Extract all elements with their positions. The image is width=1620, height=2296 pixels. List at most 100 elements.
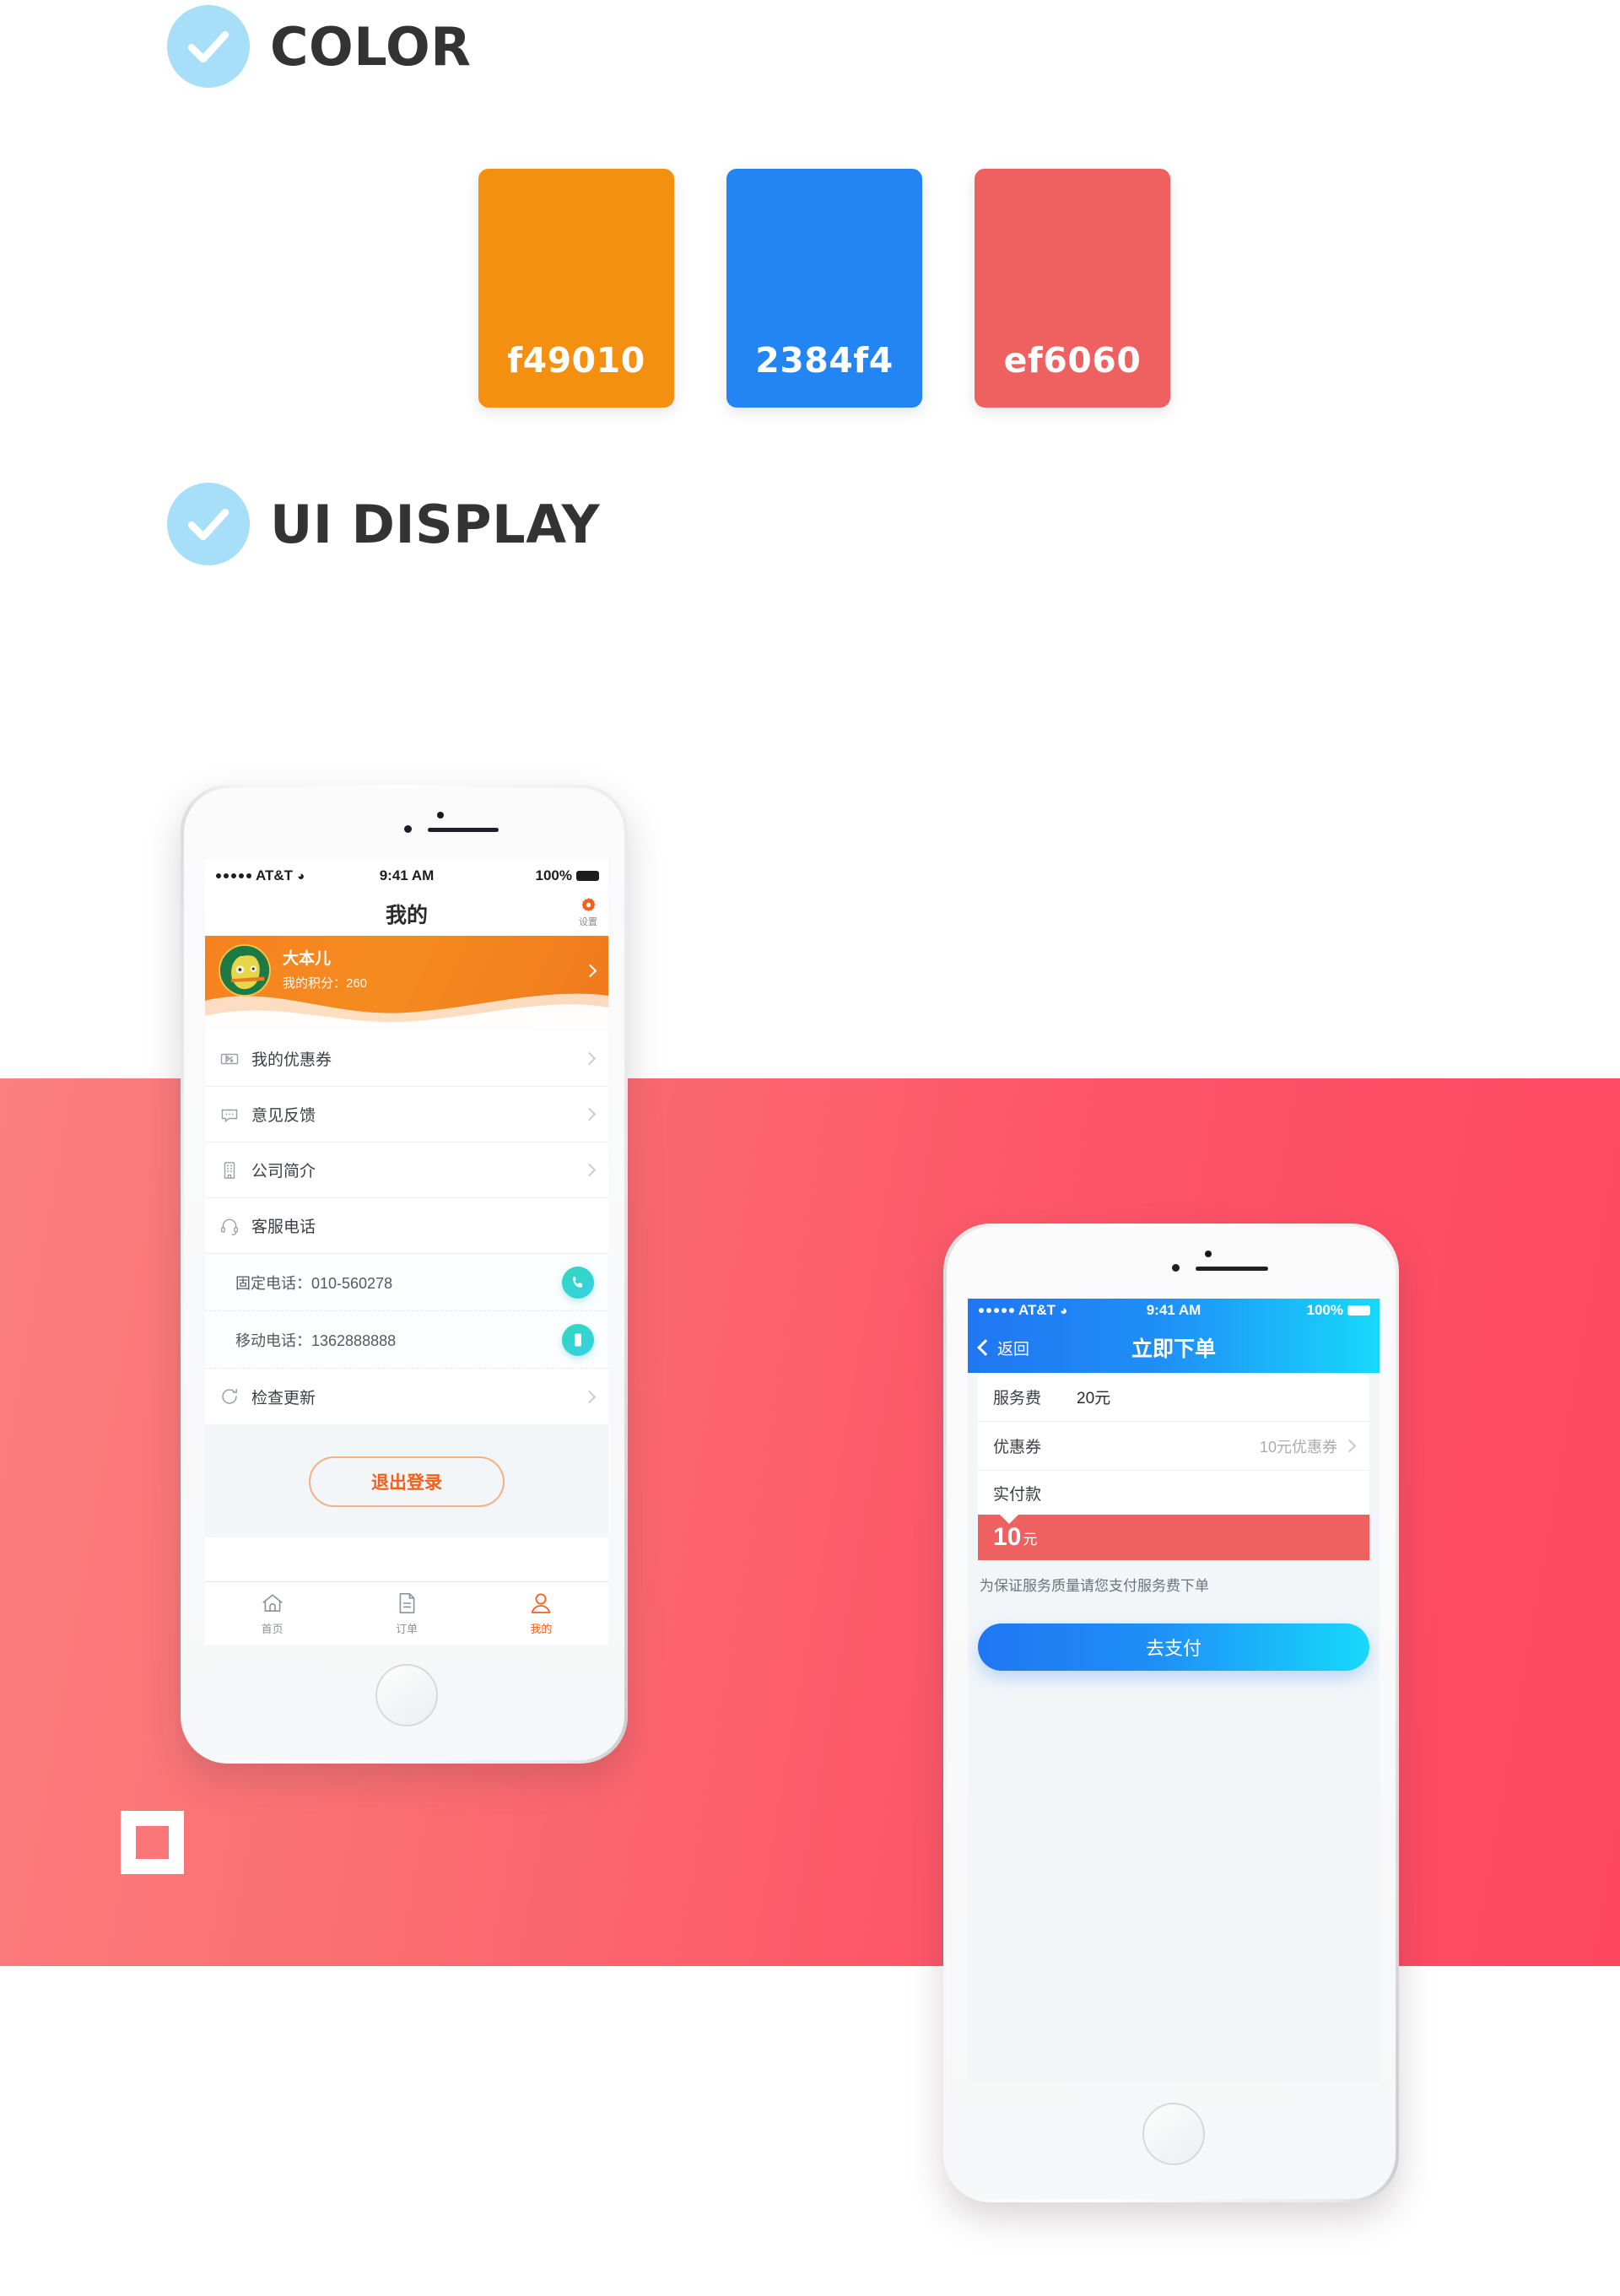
- logout-area: 退出登录: [205, 1424, 608, 1537]
- carrier-label: AT&T: [256, 867, 294, 883]
- proximity-sensor-icon: [1205, 1251, 1212, 1257]
- service-mobile-text: 移动电话：1362888888: [235, 1332, 397, 1349]
- tab-home[interactable]: 首页: [205, 1591, 339, 1636]
- tab-bar: 首页 订单 我的: [205, 1581, 608, 1645]
- nav-bar: 返回 立即下单: [968, 1322, 1380, 1373]
- menu-item-label: 公司简介: [251, 1163, 316, 1180]
- profile-header[interactable]: 大本儿 我的积分：260: [205, 936, 608, 1031]
- user-icon: [532, 1593, 551, 1613]
- profile-name: 大本儿: [283, 950, 332, 969]
- color-swatch-label: f49010: [507, 340, 645, 381]
- order-card: 服务费 20元 优惠券 10元优惠券 实付款: [978, 1373, 1369, 1515]
- chat-bubble-icon: [219, 1105, 240, 1125]
- order-note: 为保证服务质量请您支付服务费下单: [980, 1578, 1209, 1594]
- logout-button[interactable]: 退出登录: [309, 1456, 505, 1507]
- pay-button[interactable]: 去支付: [978, 1623, 1369, 1671]
- front-camera-icon: [404, 825, 412, 833]
- battery-percent-label: 100%: [1306, 1302, 1343, 1318]
- order-body: 服务费 20元 优惠券 10元优惠券 实付款 10 元 为保证服务质量请您支付服…: [968, 1373, 1380, 2083]
- section-title: COLOR: [270, 15, 472, 78]
- headset-icon: [219, 1216, 240, 1236]
- profile-points: 我的积分：260: [283, 975, 368, 991]
- phone2-screen: AT&T ◕ 9:41 AM 100% 返回 立即下单 服务费 20元 优惠券 …: [968, 1299, 1380, 2083]
- page-title: 我的: [385, 904, 428, 927]
- battery-percent-label: 100%: [535, 867, 572, 883]
- chevron-right-icon: [1342, 1439, 1357, 1453]
- refresh-icon: [219, 1386, 240, 1407]
- section-header-color: COLOR: [167, 5, 471, 88]
- chevron-right-icon: [582, 1051, 597, 1066]
- menu-item-label: 检查更新: [251, 1389, 316, 1407]
- gear-icon: [581, 898, 595, 911]
- tab-label: 首页: [261, 1623, 284, 1635]
- chevron-right-icon: [582, 1163, 597, 1177]
- battery-full-icon: [576, 871, 599, 881]
- phone-mockup-order: AT&T ◕ 9:41 AM 100% 返回 立即下单 服务费 20元 优惠券 …: [943, 1224, 1399, 2202]
- service-landline-text: 固定电话：010-560278: [235, 1274, 393, 1292]
- home-button[interactable]: [1142, 2103, 1205, 2165]
- fee-label: 服务费: [993, 1390, 1042, 1407]
- service-landline-row[interactable]: 固定电话：010-560278: [205, 1254, 608, 1311]
- status-bar: AT&T ◕ 9:41 AM 100%: [968, 1299, 1380, 1322]
- back-button[interactable]: 返回: [977, 1337, 1030, 1359]
- nav-bar: 我的 设置: [205, 892, 608, 936]
- status-signal: AT&T ◕: [205, 867, 305, 884]
- status-bar: AT&T ◕ 9:41 AM 100%: [205, 860, 608, 892]
- building-icon: [219, 1160, 240, 1180]
- carrier-label: AT&T: [1018, 1302, 1056, 1318]
- tab-orders[interactable]: 订单: [339, 1591, 473, 1636]
- earpiece-speaker: [428, 828, 499, 832]
- color-swatch-label: 2384f4: [755, 340, 894, 381]
- menu-item-service-phone: 客服电话: [205, 1198, 608, 1254]
- total-label: 实付款: [993, 1485, 1042, 1504]
- tab-mine[interactable]: 我的: [474, 1591, 608, 1636]
- document-icon: [399, 1593, 415, 1613]
- square-outline-logo: [121, 1811, 184, 1874]
- settings-label: 设置: [579, 917, 597, 927]
- earpiece-speaker: [1196, 1267, 1268, 1271]
- menu-item-coupons[interactable]: 我的优惠券: [205, 1031, 608, 1087]
- total-amount-bar: 10 元: [978, 1515, 1369, 1560]
- order-row-total-label: 实付款: [978, 1471, 1369, 1515]
- home-icon: [262, 1594, 283, 1612]
- menu-item-label: 客服电话: [251, 1218, 316, 1236]
- menu-item-check-update[interactable]: 检查更新: [205, 1369, 608, 1424]
- chevron-right-icon: [583, 964, 597, 977]
- battery-full-icon: [1347, 1305, 1370, 1315]
- chevron-left-icon: [977, 1339, 994, 1356]
- duck-avatar: [219, 944, 271, 997]
- color-swatch-orange: f49010: [478, 169, 674, 408]
- proximity-sensor-icon: [437, 812, 444, 818]
- chevron-right-icon: [582, 1390, 597, 1403]
- color-palette: f49010 2384f4 ef6060: [478, 169, 1170, 408]
- settings-button[interactable]: 设置: [579, 896, 597, 928]
- phone-mockup-profile: AT&T ◕ 9:41 AM 100% 我的 设置 大本儿 我的积分：260 我…: [181, 785, 628, 1764]
- fee-value: 20元: [1077, 1390, 1111, 1407]
- back-label: 返回: [997, 1340, 1030, 1359]
- menu-item-company[interactable]: 公司简介: [205, 1143, 608, 1198]
- section-title: UI DISPLAY: [270, 493, 601, 555]
- color-swatch-label: ef6060: [1003, 340, 1142, 381]
- order-row-fee: 服务费 20元: [978, 1373, 1369, 1422]
- status-signal: AT&T ◕: [968, 1302, 1067, 1319]
- menu-item-feedback[interactable]: 意见反馈: [205, 1087, 608, 1143]
- check-circle-icon: [167, 5, 250, 88]
- service-mobile-row[interactable]: 移动电话：1362888888: [205, 1311, 608, 1369]
- phone-icon[interactable]: [562, 1266, 594, 1299]
- home-button[interactable]: [375, 1664, 438, 1726]
- menu-item-label: 我的优惠券: [251, 1051, 332, 1069]
- wifi-icon: ◕: [297, 868, 305, 883]
- mobile-icon[interactable]: [562, 1323, 594, 1356]
- front-camera-icon: [1172, 1264, 1180, 1272]
- order-row-coupon[interactable]: 优惠券 10元优惠券: [978, 1422, 1369, 1471]
- menu-item-label: 意见反馈: [251, 1107, 316, 1125]
- color-swatch-red: ef6060: [975, 169, 1170, 408]
- coupon-value: 10元优惠券: [1259, 1438, 1337, 1456]
- tab-label: 订单: [395, 1623, 418, 1635]
- chevron-right-icon: [582, 1107, 597, 1121]
- wifi-icon: ◕: [1060, 1303, 1068, 1318]
- color-swatch-blue: 2384f4: [726, 169, 922, 408]
- page-title: 立即下单: [1131, 1337, 1216, 1361]
- status-battery: 100%: [1307, 1302, 1380, 1319]
- status-battery: 100%: [536, 867, 608, 884]
